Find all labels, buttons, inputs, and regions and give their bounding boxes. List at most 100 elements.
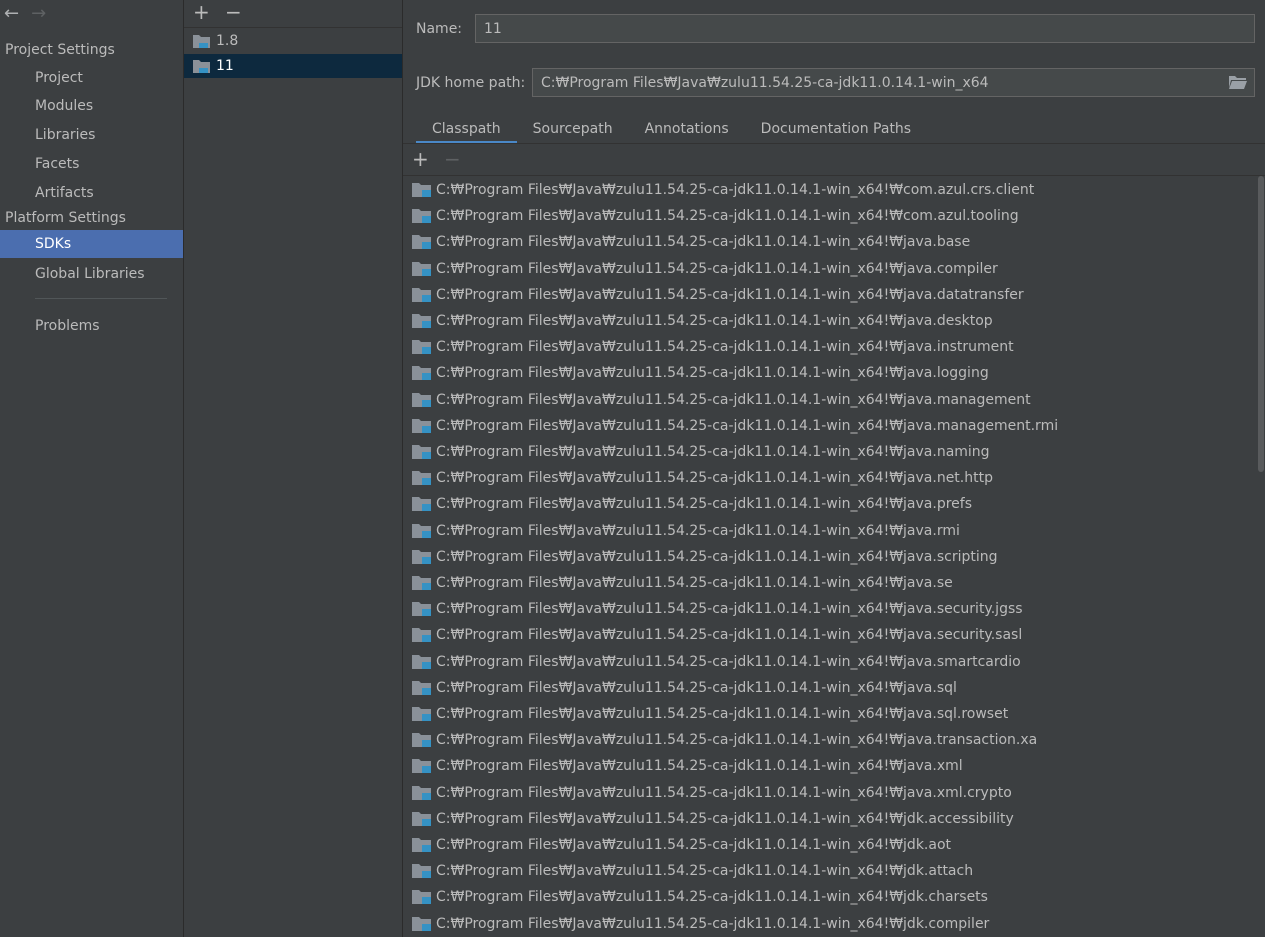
module-folder-icon	[412, 602, 431, 616]
list-item[interactable]: C:₩Program Files₩Java₩zulu11.54.25-ca-jd…	[403, 387, 1258, 413]
module-folder-icon	[412, 550, 431, 564]
list-item[interactable]: C:₩Program Files₩Java₩zulu11.54.25-ca-jd…	[403, 806, 1258, 832]
sidebar-item-sdks[interactable]: SDKs	[0, 230, 183, 258]
classpath-entry-label: C:₩Program Files₩Java₩zulu11.54.25-ca-jd…	[436, 758, 963, 774]
forward-arrow-icon[interactable]: →	[31, 4, 46, 26]
tabs-divider	[403, 143, 1265, 144]
add-classpath-button[interactable]: +	[412, 147, 429, 171]
list-item[interactable]: C:₩Program Files₩Java₩zulu11.54.25-ca-jd…	[403, 911, 1258, 937]
classpath-entry-label: C:₩Program Files₩Java₩zulu11.54.25-ca-jd…	[436, 785, 1012, 801]
sidebar-item-artifacts[interactable]: Artifacts	[0, 179, 183, 207]
list-item[interactable]: C:₩Program Files₩Java₩zulu11.54.25-ca-jd…	[403, 308, 1258, 334]
classpath-toolbar: + −	[403, 145, 1265, 176]
classpath-entry-label: C:₩Program Files₩Java₩zulu11.54.25-ca-jd…	[436, 863, 974, 879]
tab-documentation-paths[interactable]: Documentation Paths	[745, 116, 927, 144]
classpath-entry-label: C:₩Program Files₩Java₩zulu11.54.25-ca-jd…	[436, 444, 990, 460]
classpath-entry-label: C:₩Program Files₩Java₩zulu11.54.25-ca-jd…	[436, 889, 988, 905]
list-item[interactable]: C:₩Program Files₩Java₩zulu11.54.25-ca-jd…	[403, 413, 1258, 439]
module-folder-icon	[412, 209, 431, 223]
classpath-entry-label: C:₩Program Files₩Java₩zulu11.54.25-ca-jd…	[436, 182, 1035, 198]
classpath-entry-label: C:₩Program Files₩Java₩zulu11.54.25-ca-jd…	[436, 575, 953, 591]
tab-sourcepath[interactable]: Sourcepath	[517, 116, 629, 144]
back-arrow-icon[interactable]: ←	[4, 4, 19, 26]
list-item[interactable]: C:₩Program Files₩Java₩zulu11.54.25-ca-jd…	[403, 570, 1258, 596]
module-folder-icon	[412, 288, 431, 302]
sidebar-item-facets[interactable]: Facets	[0, 150, 183, 178]
classpath-entry-label: C:₩Program Files₩Java₩zulu11.54.25-ca-jd…	[436, 313, 993, 329]
list-item[interactable]: C:₩Program Files₩Java₩zulu11.54.25-ca-jd…	[403, 701, 1258, 727]
tab-classpath[interactable]: Classpath	[416, 116, 517, 144]
classpath-entry-label: C:₩Program Files₩Java₩zulu11.54.25-ca-jd…	[436, 732, 1038, 748]
list-item[interactable]: C:₩Program Files₩Java₩zulu11.54.25-ca-jd…	[403, 439, 1258, 465]
list-item[interactable]: C:₩Program Files₩Java₩zulu11.54.25-ca-jd…	[403, 360, 1258, 386]
module-folder-icon	[412, 524, 431, 538]
sdk-item-label: 11	[216, 58, 234, 74]
remove-sdk-button[interactable]: −	[225, 0, 242, 24]
sidebar-item-project[interactable]: Project	[0, 64, 183, 92]
classpath-entry-label: C:₩Program Files₩Java₩zulu11.54.25-ca-jd…	[436, 601, 1023, 617]
list-item[interactable]: C:₩Program Files₩Java₩zulu11.54.25-ca-jd…	[403, 596, 1258, 622]
jdk-folder-icon	[193, 60, 210, 73]
remove-classpath-button[interactable]: −	[444, 147, 461, 171]
classpath-scrollbar[interactable]	[1258, 176, 1264, 472]
classpath-entry-label: C:₩Program Files₩Java₩zulu11.54.25-ca-jd…	[436, 208, 1019, 224]
classpath-entry-label: C:₩Program Files₩Java₩zulu11.54.25-ca-jd…	[436, 418, 1059, 434]
list-item[interactable]: C:₩Program Files₩Java₩zulu11.54.25-ca-jd…	[403, 753, 1258, 779]
list-item[interactable]: C:₩Program Files₩Java₩zulu11.54.25-ca-jd…	[403, 884, 1258, 910]
classpath-entry-label: C:₩Program Files₩Java₩zulu11.54.25-ca-jd…	[436, 916, 990, 932]
name-label: Name:	[416, 21, 463, 37]
browse-folder-icon[interactable]	[1228, 74, 1248, 90]
module-folder-icon	[412, 786, 431, 800]
module-folder-icon	[412, 917, 431, 931]
module-folder-icon	[412, 838, 431, 852]
list-item[interactable]: C:₩Program Files₩Java₩zulu11.54.25-ca-jd…	[403, 229, 1258, 255]
sidebar-item-modules[interactable]: Modules	[0, 92, 183, 120]
list-item[interactable]: C:₩Program Files₩Java₩zulu11.54.25-ca-jd…	[403, 727, 1258, 753]
classpath-entry-label: C:₩Program Files₩Java₩zulu11.54.25-ca-jd…	[436, 496, 972, 512]
list-item[interactable]: C:₩Program Files₩Java₩zulu11.54.25-ca-jd…	[403, 334, 1258, 360]
add-sdk-button[interactable]: +	[193, 0, 210, 24]
list-item[interactable]: C:₩Program Files₩Java₩zulu11.54.25-ca-jd…	[403, 282, 1258, 308]
list-item[interactable]: C:₩Program Files₩Java₩zulu11.54.25-ca-jd…	[403, 203, 1258, 229]
list-item[interactable]: C:₩Program Files₩Java₩zulu11.54.25-ca-jd…	[403, 649, 1258, 675]
classpath-entry-label: C:₩Program Files₩Java₩zulu11.54.25-ca-jd…	[436, 680, 957, 696]
list-item[interactable]: C:₩Program Files₩Java₩zulu11.54.25-ca-jd…	[403, 491, 1258, 517]
list-item[interactable]: C:₩Program Files₩Java₩zulu11.54.25-ca-jd…	[403, 832, 1258, 858]
sdk-item-1-8[interactable]: 1.8	[184, 29, 402, 53]
list-item[interactable]: C:₩Program Files₩Java₩zulu11.54.25-ca-jd…	[403, 177, 1258, 203]
sidebar-item-problems[interactable]: Problems	[0, 312, 183, 340]
sdk-tabs: Classpath Sourcepath Annotations Documen…	[416, 116, 927, 144]
list-item[interactable]: C:₩Program Files₩Java₩zulu11.54.25-ca-jd…	[403, 518, 1258, 544]
module-folder-icon	[412, 733, 431, 747]
list-item[interactable]: C:₩Program Files₩Java₩zulu11.54.25-ca-jd…	[403, 780, 1258, 806]
sdk-details-panel: Name: 11 JDK home path: C:₩Program Files…	[403, 0, 1265, 937]
list-item[interactable]: C:₩Program Files₩Java₩zulu11.54.25-ca-jd…	[403, 256, 1258, 282]
sidebar-item-libraries[interactable]: Libraries	[0, 121, 183, 149]
classpath-list[interactable]: C:₩Program Files₩Java₩zulu11.54.25-ca-jd…	[403, 176, 1265, 937]
list-item[interactable]: C:₩Program Files₩Java₩zulu11.54.25-ca-jd…	[403, 675, 1258, 701]
sdk-item-11[interactable]: 11	[184, 54, 402, 78]
module-folder-icon	[412, 445, 431, 459]
module-folder-icon	[412, 235, 431, 249]
jdk-home-path-field[interactable]: C:₩Program Files₩Java₩zulu11.54.25-ca-jd…	[532, 68, 1255, 97]
sidebar-item-global-libraries[interactable]: Global Libraries	[0, 260, 183, 288]
module-folder-icon	[412, 340, 431, 354]
platform-settings-header: Platform Settings	[5, 210, 126, 226]
jdk-home-path-value: C:₩Program Files₩Java₩zulu11.54.25-ca-jd…	[541, 75, 989, 91]
list-item[interactable]: C:₩Program Files₩Java₩zulu11.54.25-ca-jd…	[403, 544, 1258, 570]
list-item[interactable]: C:₩Program Files₩Java₩zulu11.54.25-ca-jd…	[403, 622, 1258, 648]
sdk-name-field[interactable]: 11	[475, 14, 1255, 43]
classpath-entry-label: C:₩Program Files₩Java₩zulu11.54.25-ca-jd…	[436, 392, 1031, 408]
classpath-entry-label: C:₩Program Files₩Java₩zulu11.54.25-ca-jd…	[436, 837, 952, 853]
module-folder-icon	[412, 655, 431, 669]
module-folder-icon	[412, 759, 431, 773]
sidebar-divider	[35, 298, 167, 299]
tab-annotations[interactable]: Annotations	[629, 116, 745, 144]
classpath-entry-label: C:₩Program Files₩Java₩zulu11.54.25-ca-jd…	[436, 470, 993, 486]
classpath-entry-label: C:₩Program Files₩Java₩zulu11.54.25-ca-jd…	[436, 706, 1009, 722]
list-item[interactable]: C:₩Program Files₩Java₩zulu11.54.25-ca-jd…	[403, 465, 1258, 491]
module-folder-icon	[412, 262, 431, 276]
classpath-entry-label: C:₩Program Files₩Java₩zulu11.54.25-ca-jd…	[436, 234, 971, 250]
classpath-entry-label: C:₩Program Files₩Java₩zulu11.54.25-ca-jd…	[436, 287, 1024, 303]
list-item[interactable]: C:₩Program Files₩Java₩zulu11.54.25-ca-jd…	[403, 858, 1258, 884]
